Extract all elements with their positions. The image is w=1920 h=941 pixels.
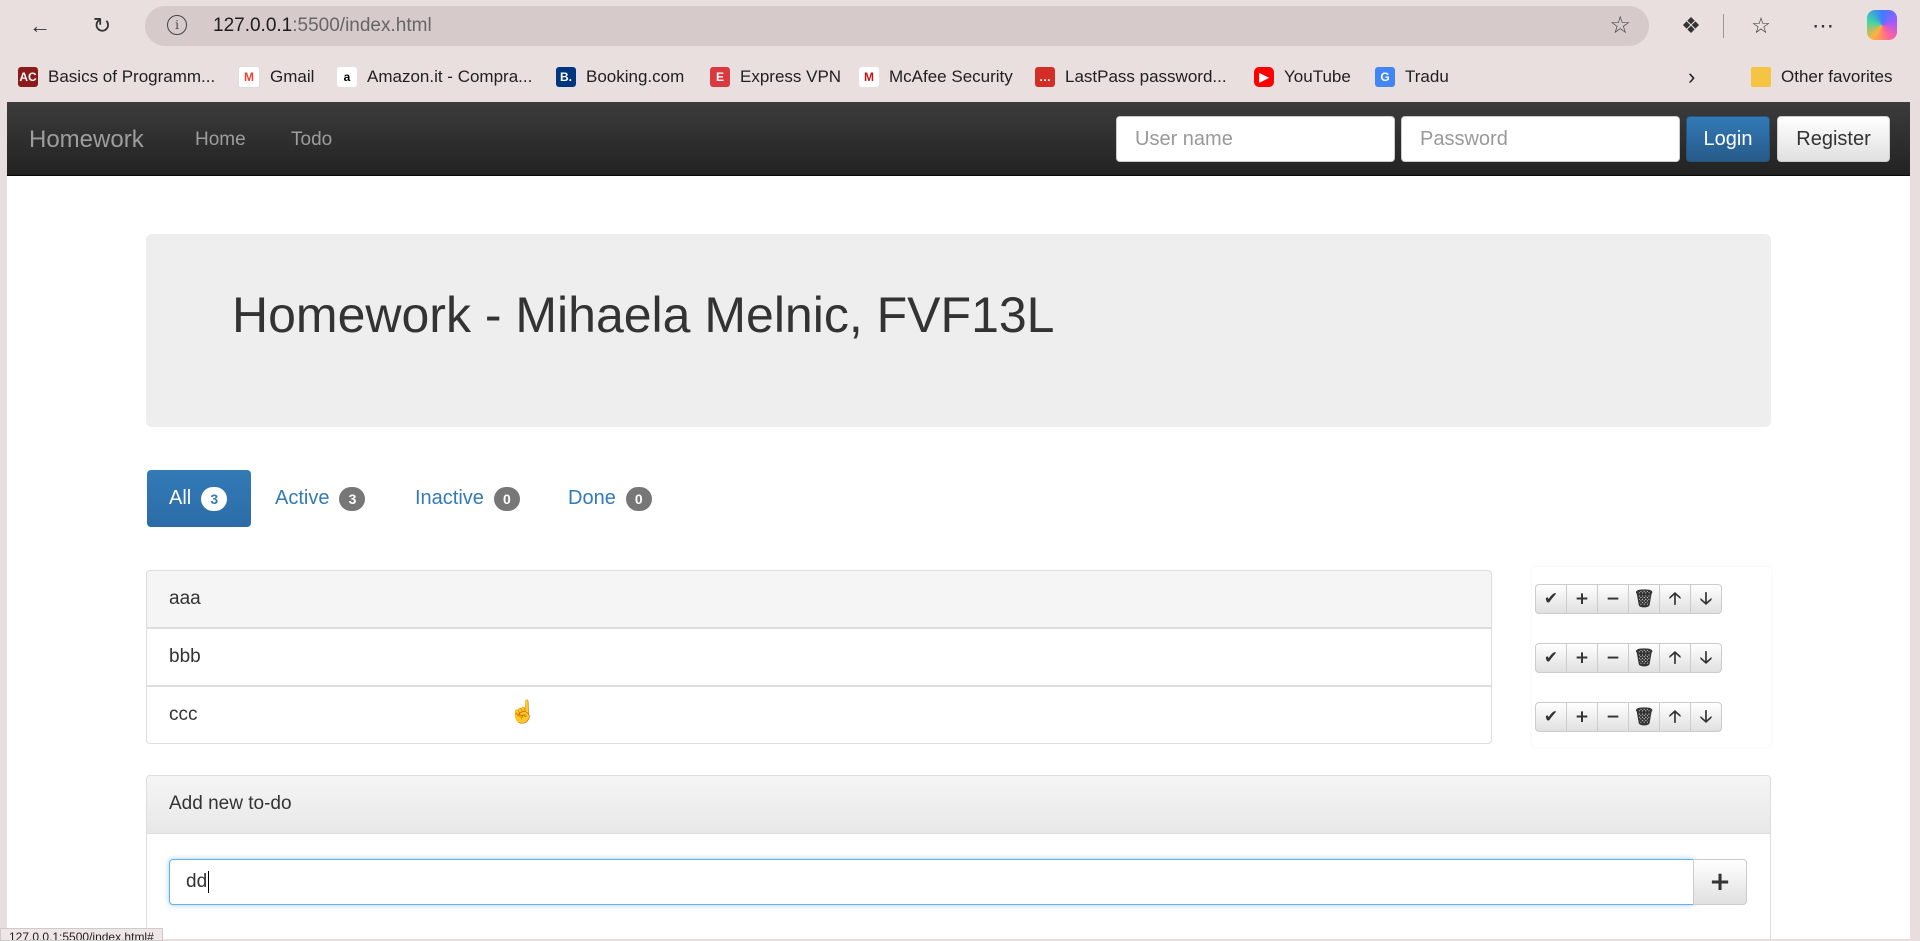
count-badge: 3 bbox=[201, 486, 228, 511]
chevron-right-icon[interactable]: › bbox=[1688, 64, 1695, 90]
favorites-icon[interactable]: ☆ bbox=[1745, 10, 1777, 42]
todo-actions: ✔ + − 🗑 🡡 🡣 bbox=[1535, 702, 1722, 732]
toolbar-divider bbox=[1723, 14, 1724, 38]
plus-icon[interactable]: + bbox=[1566, 643, 1598, 673]
check-icon[interactable]: ✔ bbox=[1535, 643, 1567, 673]
mouse-cursor-icon: ☝ bbox=[509, 699, 537, 724]
expressvpn-icon: E bbox=[710, 67, 730, 87]
arrow-up-icon[interactable]: 🡡 bbox=[1659, 643, 1691, 673]
tab-label: All bbox=[169, 487, 192, 509]
add-todo-panel: Add new to-do dd + bbox=[146, 775, 1771, 939]
tab-active[interactable]: Active 3 bbox=[275, 470, 366, 527]
tab-done[interactable]: Done 0 bbox=[568, 470, 652, 527]
bookmark-item[interactable]: M Gmail bbox=[238, 64, 314, 90]
count-badge: 0 bbox=[493, 486, 520, 511]
bookmark-item[interactable]: a Amazon.it - Compra... bbox=[337, 64, 532, 90]
plus-icon: + bbox=[1709, 867, 1731, 897]
youtube-icon: ▶ bbox=[1254, 67, 1274, 87]
address-bar[interactable]: i 127.0.0.1:5500/index.html ☆ bbox=[145, 6, 1649, 46]
tab-label: Inactive bbox=[415, 487, 484, 509]
site-info-icon[interactable]: i bbox=[167, 15, 187, 35]
bookmarks-bar: AC Basics of Programm... M Gmail a Amazon.i… bbox=[0, 51, 1920, 102]
top-navbar: Homework Home Todo User name Password Lo… bbox=[7, 102, 1910, 176]
count-badge: 0 bbox=[625, 486, 652, 511]
plus-icon[interactable]: + bbox=[1566, 584, 1598, 614]
bookmark-item[interactable]: AC Basics of Programm... bbox=[18, 64, 215, 90]
nav-link-todo[interactable]: Todo bbox=[291, 129, 332, 151]
bookmark-item[interactable]: B. Booking.com bbox=[556, 64, 684, 90]
status-bar-url: 127.0.0.1:5500/index.html# bbox=[0, 928, 163, 941]
arrow-down-icon[interactable]: 🡣 bbox=[1690, 702, 1722, 732]
register-button[interactable]: Register bbox=[1777, 116, 1890, 162]
bookmark-item[interactable]: ▶ YouTube bbox=[1254, 64, 1351, 90]
todo-item[interactable]: bbb bbox=[146, 628, 1492, 686]
arrow-down-icon[interactable]: 🡣 bbox=[1690, 643, 1722, 673]
add-todo-button[interactable]: + bbox=[1693, 859, 1747, 905]
panel-heading: Add new to-do bbox=[147, 776, 1770, 834]
trash-icon[interactable]: 🗑 bbox=[1628, 584, 1660, 614]
bookmark-item[interactable]: G Tradu bbox=[1375, 64, 1449, 90]
todo-actions: ✔ + − 🗑 🡡 🡣 bbox=[1535, 584, 1722, 614]
arrow-up-icon[interactable]: 🡡 bbox=[1659, 702, 1691, 732]
check-icon[interactable]: ✔ bbox=[1535, 584, 1567, 614]
jumbotron: Homework - Mihaela Melnic, FVF13L bbox=[146, 234, 1771, 427]
plus-icon[interactable]: + bbox=[1566, 702, 1598, 732]
todo-actions: ✔ + − 🗑 🡡 🡣 bbox=[1535, 643, 1722, 673]
more-menu-icon[interactable]: ⋯ bbox=[1807, 10, 1839, 42]
copilot-icon[interactable] bbox=[1867, 10, 1897, 40]
arrow-up-icon[interactable]: 🡡 bbox=[1659, 584, 1691, 614]
minus-icon[interactable]: − bbox=[1597, 584, 1629, 614]
nav-link-home[interactable]: Home bbox=[195, 129, 246, 151]
favorite-star-icon[interactable]: ☆ bbox=[1609, 11, 1631, 40]
amazon-icon: a bbox=[337, 67, 357, 87]
other-favorites[interactable]: Other favorites bbox=[1751, 64, 1893, 90]
gmail-icon: M bbox=[238, 66, 260, 88]
username-input[interactable]: User name bbox=[1116, 116, 1395, 162]
acm-icon: AC bbox=[18, 67, 38, 87]
todo-item[interactable]: aaa bbox=[146, 570, 1492, 628]
check-icon[interactable]: ✔ bbox=[1535, 702, 1567, 732]
arrow-down-icon[interactable]: 🡣 bbox=[1690, 584, 1722, 614]
bookmark-item[interactable]: M McAfee Security bbox=[859, 64, 1013, 90]
minus-icon[interactable]: − bbox=[1597, 702, 1629, 732]
minus-icon[interactable]: − bbox=[1597, 643, 1629, 673]
tab-inactive[interactable]: Inactive 0 bbox=[415, 470, 520, 527]
booking-icon: B. bbox=[556, 67, 576, 87]
reload-icon[interactable]: ↻ bbox=[86, 10, 118, 42]
lastpass-icon: … bbox=[1035, 67, 1055, 87]
todo-item[interactable]: ccc bbox=[146, 686, 1492, 744]
back-arrow-icon[interactable]: ← bbox=[24, 10, 56, 42]
bookmark-item[interactable]: E Express VPN bbox=[710, 64, 841, 90]
new-todo-input[interactable]: dd bbox=[169, 859, 1694, 905]
extensions-icon[interactable]: ❖ bbox=[1675, 10, 1707, 42]
page-title: Homework - Mihaela Melnic, FVF13L bbox=[232, 287, 1055, 343]
trash-icon[interactable]: 🗑 bbox=[1628, 643, 1660, 673]
folder-icon bbox=[1751, 67, 1771, 87]
browser-toolbar: ← ↻ i 127.0.0.1:5500/index.html ☆ ❖ ☆ ⋯ bbox=[0, 0, 1920, 51]
address-url: 127.0.0.1:5500/index.html bbox=[213, 15, 432, 36]
tab-all[interactable]: All 3 bbox=[147, 470, 251, 527]
tab-label: Active bbox=[275, 487, 330, 509]
password-input[interactable]: Password bbox=[1401, 116, 1680, 162]
trash-icon[interactable]: 🗑 bbox=[1628, 702, 1660, 732]
login-button[interactable]: Login bbox=[1686, 116, 1770, 162]
count-badge: 3 bbox=[339, 486, 366, 511]
tab-label: Done bbox=[568, 487, 616, 509]
translate-icon: G bbox=[1375, 67, 1395, 87]
web-page: Homework Home Todo User name Password Lo… bbox=[7, 102, 1910, 939]
navbar-brand[interactable]: Homework bbox=[29, 126, 144, 154]
bookmark-item[interactable]: … LastPass password... bbox=[1035, 64, 1227, 90]
mcafee-icon: M bbox=[859, 67, 879, 87]
